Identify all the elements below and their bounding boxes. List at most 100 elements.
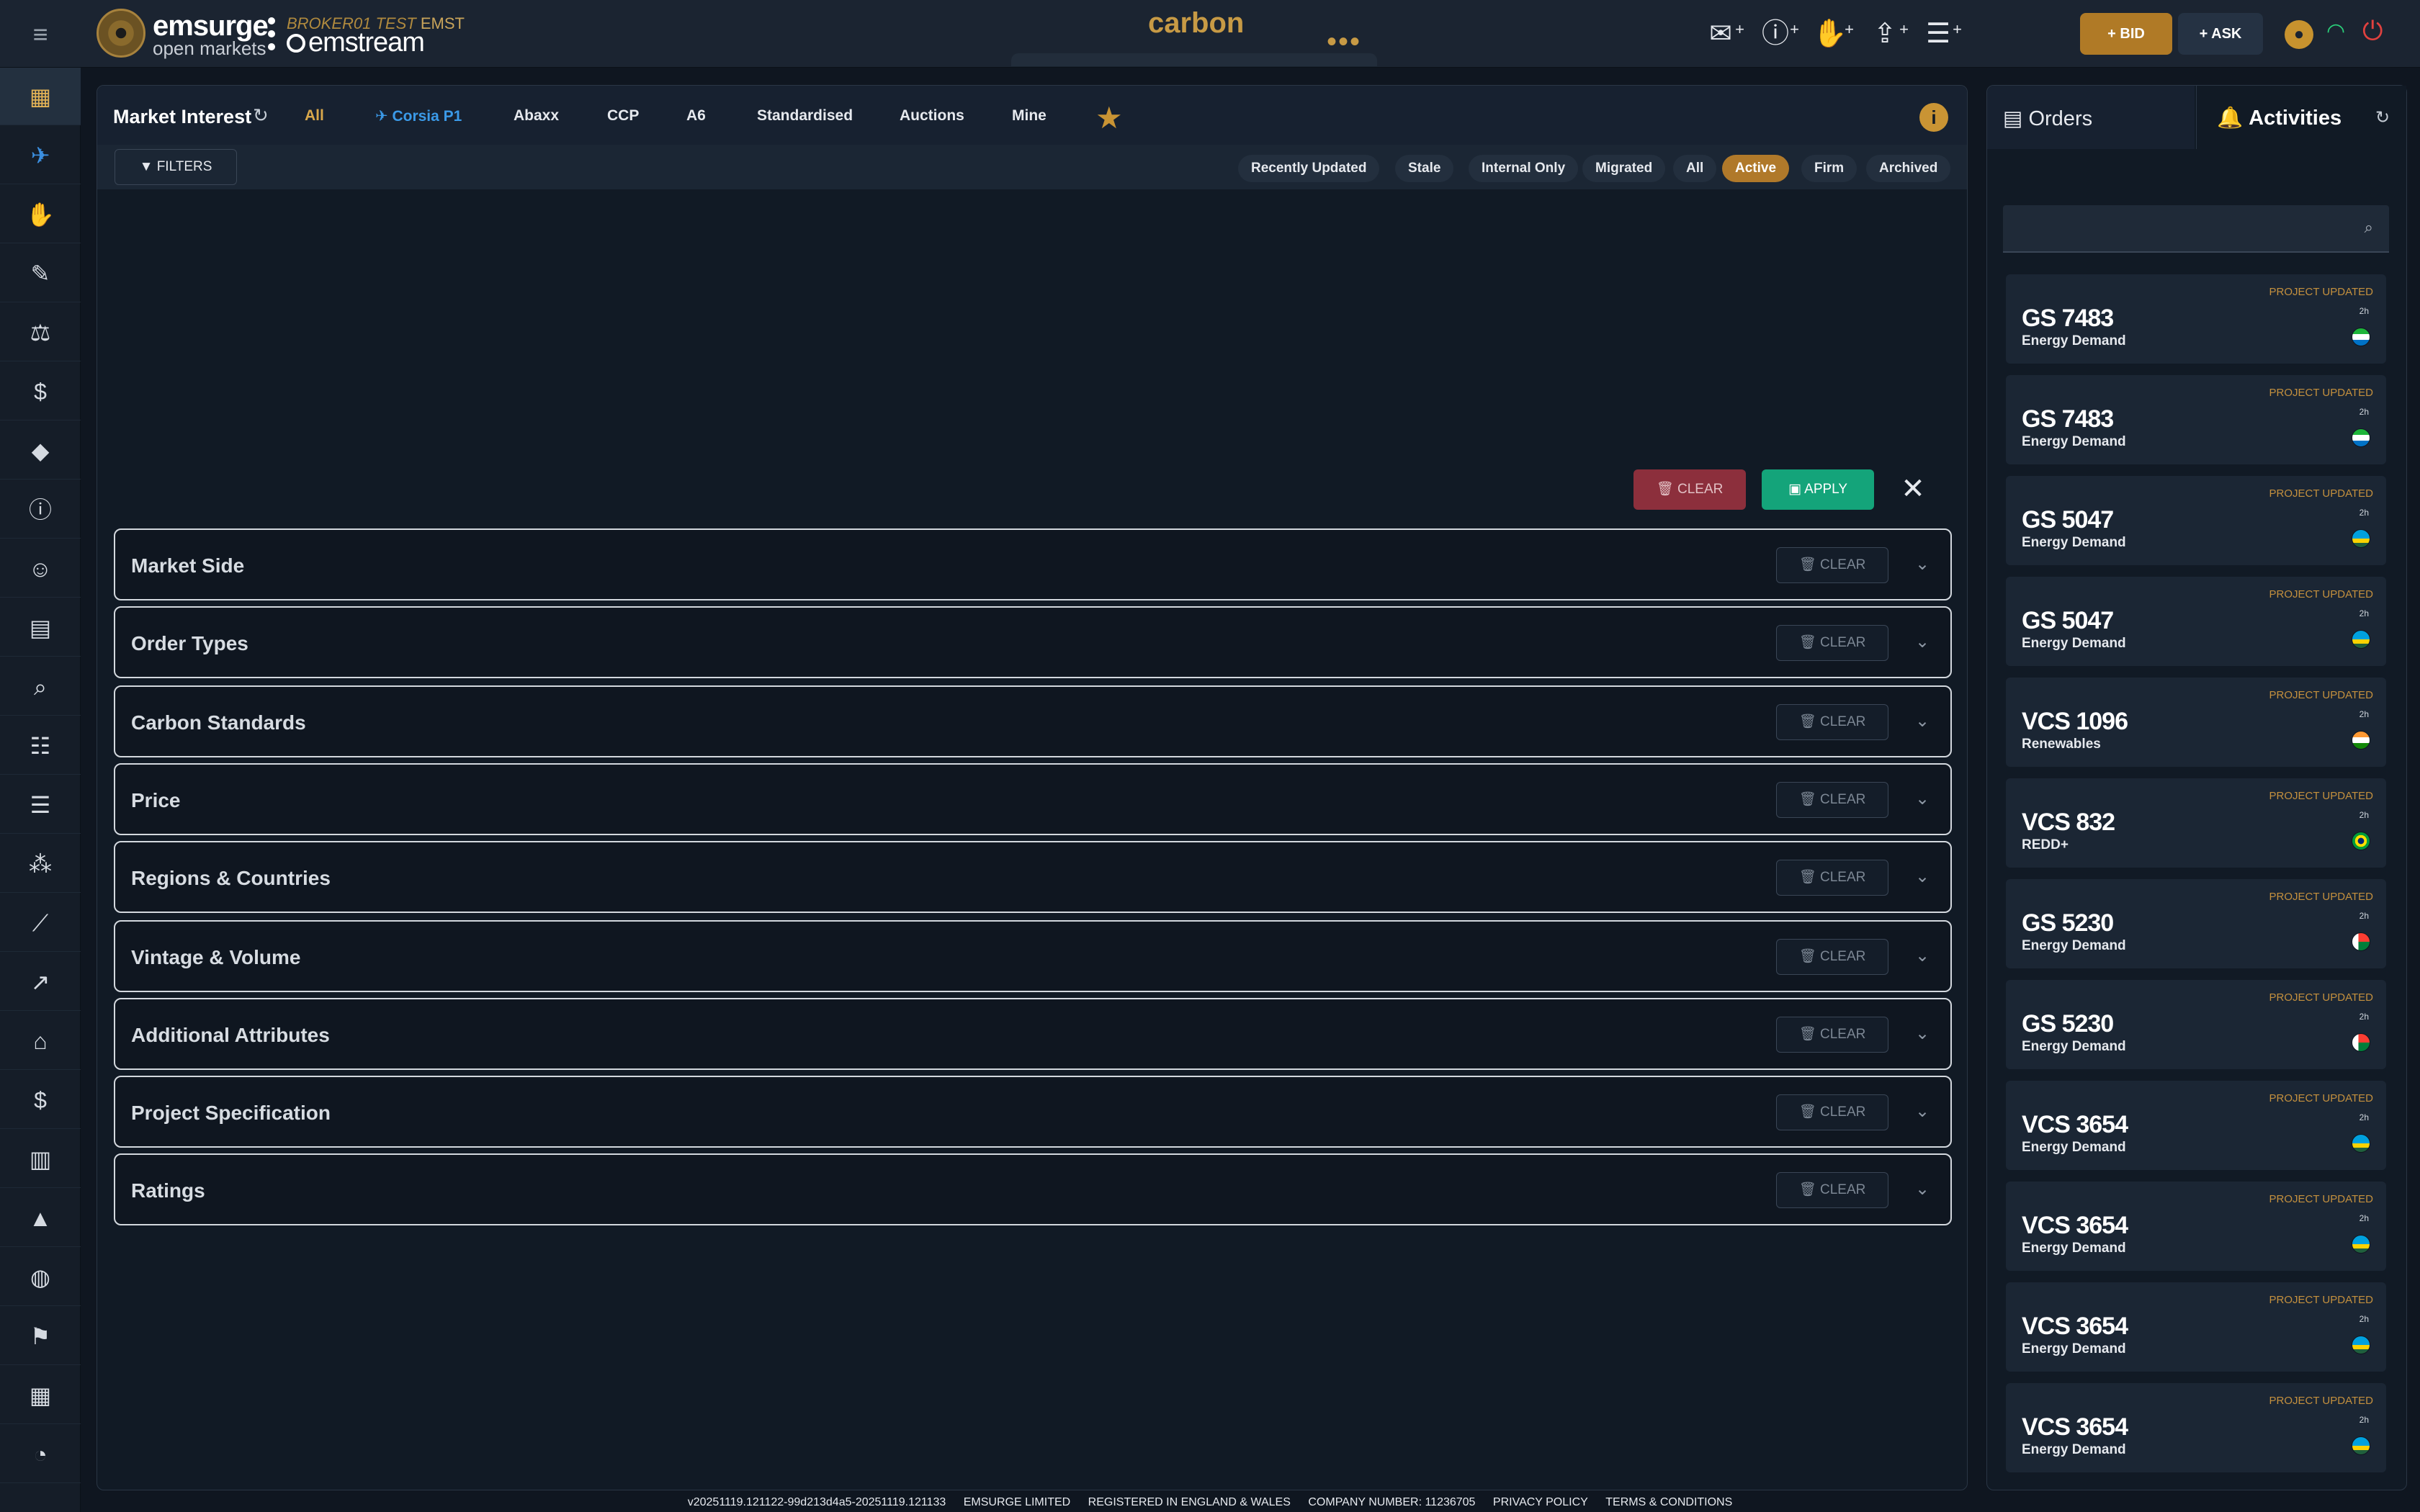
filter-section-order-types[interactable]: Order Types 🗑 CLEAR ⌄ (114, 606, 1952, 678)
balance-scale-icon[interactable]: ⚖ (0, 304, 81, 361)
chevron-down-icon[interactable]: ⌄ (1912, 628, 1933, 657)
tab-a6[interactable]: A6 (686, 107, 706, 125)
filters-button[interactable]: ▼ FILTERS (115, 149, 237, 185)
tag-icon[interactable]: ◆ (0, 422, 81, 480)
refresh-activities-icon[interactable]: ↻ (2375, 107, 2390, 128)
refresh-icon[interactable]: ↻ (253, 104, 269, 127)
filter-section-carbon-standards[interactable]: Carbon Standards 🗑 CLEAR ⌄ (114, 685, 1952, 757)
dollar-icon[interactable]: $ (0, 1071, 81, 1129)
activity-card[interactable]: PROJECT UPDATED VCS 3654 Energy Demand 2h (2006, 1282, 2386, 1372)
pill-active[interactable]: Active (1722, 155, 1790, 182)
market-selector-tab[interactable] (1011, 53, 1377, 66)
tab-auctions[interactable]: Auctions (900, 107, 964, 125)
tab-all[interactable]: All (305, 107, 324, 125)
chevron-down-icon[interactable]: ⌄ (1912, 1020, 1933, 1048)
a6-chart-icon[interactable]: ▲ (0, 1189, 81, 1247)
pill-all[interactable]: All (1673, 155, 1717, 182)
info-icon[interactable]: ⓘ (0, 481, 81, 539)
activity-card[interactable]: PROJECT UPDATED GS 5230 Energy Demand 2h (2006, 879, 2386, 968)
activities-search-input[interactable]: ⌕ (2003, 205, 2389, 253)
flag-icon[interactable]: ⚑ (0, 1308, 81, 1365)
activity-card[interactable]: PROJECT UPDATED GS 7483 Energy Demand 2h (2006, 274, 2386, 364)
upload-icon[interactable]: ⇪ + (1867, 16, 1909, 52)
table-icon[interactable]: ▤ (0, 599, 81, 657)
tab-standardised[interactable]: Standardised (757, 107, 853, 125)
user-avatar-icon[interactable]: ● (2285, 20, 2313, 49)
dashboard-icon[interactable]: ▦ (0, 68, 81, 125)
section-clear-button[interactable]: 🗑 CLEAR (1776, 860, 1888, 896)
activity-card[interactable]: PROJECT UPDATED VCS 1096 Renewables 2h (2006, 678, 2386, 767)
chevron-down-icon[interactable]: ⌄ (1912, 863, 1933, 891)
corsia-airplane-icon[interactable]: ✈ (0, 127, 81, 184)
tab-mine[interactable]: Mine (1012, 107, 1047, 125)
section-clear-button[interactable]: 🗑 CLEAR (1776, 1094, 1888, 1130)
tab-corsia-p1[interactable]: ✈ Corsia P1 (375, 107, 462, 125)
bar-chart-icon[interactable]: ▥ (0, 1130, 81, 1188)
filter-section-project-specification[interactable]: Project Specification 🗑 CLEAR ⌄ (114, 1076, 1952, 1148)
filter-section-ratings[interactable]: Ratings 🗑 CLEAR ⌄ (114, 1153, 1952, 1225)
terms-conditions-link[interactable]: TERMS & CONDITIONS (1605, 1496, 1732, 1508)
tab-ccp[interactable]: CCP (607, 107, 639, 125)
list-document-icon[interactable]: ☷ (0, 717, 81, 775)
filter-section-vintage-volume[interactable]: Vintage & Volume 🗑 CLEAR ⌄ (114, 920, 1952, 992)
section-clear-button[interactable]: 🗑 CLEAR (1776, 939, 1888, 975)
pill-migrated[interactable]: Migrated (1582, 155, 1666, 182)
tab-orders[interactable]: ▤ Orders (1987, 86, 2195, 149)
chevron-down-icon[interactable]: ⌄ (1912, 1097, 1933, 1126)
pill-recently-updated[interactable]: Recently Updated (1238, 155, 1380, 182)
activity-card[interactable]: PROJECT UPDATED GS 5047 Energy Demand 2h (2006, 476, 2386, 565)
activity-card[interactable]: PROJECT UPDATED VCS 3654 Energy Demand 2h (2006, 1182, 2386, 1271)
bid-button[interactable]: + BID (2080, 13, 2172, 55)
globe-icon[interactable]: ◍ (0, 1248, 81, 1306)
section-clear-button[interactable]: 🗑 CLEAR (1776, 704, 1888, 740)
filter-section-market-side[interactable]: Market Side 🗑 CLEAR ⌄ (114, 528, 1952, 600)
close-icon[interactable]: ✕ (1899, 471, 1927, 507)
info-icon[interactable]: i (1919, 103, 1948, 132)
chevron-down-icon[interactable]: ⌄ (1912, 785, 1933, 814)
more-options-icon[interactable]: ••• (1327, 26, 1361, 58)
filter-section-price[interactable]: Price 🗑 CLEAR ⌄ (114, 763, 1952, 835)
tab-activities[interactable]: 🔔 Activities ↻ (2196, 86, 2406, 149)
tab-abaxx[interactable]: Abaxx (514, 107, 559, 125)
activity-card[interactable]: PROJECT UPDATED GS 5230 Energy Demand 2h (2006, 980, 2386, 1069)
pill-internal-only[interactable]: Internal Only (1469, 155, 1579, 182)
analytics-search-icon[interactable]: ⌕ (0, 658, 81, 716)
list-icon[interactable]: ☰ (0, 776, 81, 834)
power-logout-icon[interactable]: ⏻ (2362, 16, 2383, 47)
activity-card[interactable]: PROJECT UPDATED GS 5047 Energy Demand 2h (2006, 577, 2386, 666)
chevron-down-icon[interactable]: ⌄ (1912, 550, 1933, 579)
speedometer-icon[interactable]: ◔ (0, 1426, 81, 1483)
apply-filters-button[interactable]: ▣ APPLY (1762, 469, 1874, 510)
briefcase-icon[interactable]: ⌂ (0, 1012, 81, 1070)
activity-card[interactable]: PROJECT UPDATED GS 7483 Energy Demand 2h (2006, 375, 2386, 464)
grid-apps-icon[interactable]: ▦ (0, 1367, 81, 1424)
users-group-icon[interactable]: ☺ (0, 540, 81, 598)
pill-archived[interactable]: Archived (1866, 155, 1951, 182)
favourites-star-icon[interactable]: ★ (1095, 100, 1123, 135)
section-clear-button[interactable]: 🗑 CLEAR (1776, 547, 1888, 583)
privacy-policy-link[interactable]: PRIVACY POLICY (1493, 1496, 1588, 1508)
activity-card[interactable]: PROJECT UPDATED VCS 3654 Energy Demand 2h (2006, 1383, 2386, 1472)
filter-section-regions-countries[interactable]: Regions & Countries 🗑 CLEAR ⌄ (114, 841, 1952, 913)
market-title[interactable]: carbon (1148, 7, 1244, 40)
add-info-icon[interactable]: ⓘ + (1757, 16, 1799, 52)
section-clear-button[interactable]: 🗑 CLEAR (1776, 1172, 1888, 1208)
price-edit-icon[interactable]: $ (0, 363, 81, 420)
new-note-icon[interactable]: ✎ (0, 245, 81, 302)
section-clear-button[interactable]: 🗑 CLEAR (1776, 625, 1888, 661)
pill-firm[interactable]: Firm (1801, 155, 1857, 182)
filter-section-additional-attributes[interactable]: Additional Attributes 🗑 CLEAR ⌄ (114, 998, 1952, 1070)
new-deal-handshake-icon[interactable]: ✋ + (1812, 16, 1854, 52)
chevron-down-icon[interactable]: ⌄ (1912, 707, 1933, 736)
hamburger-menu-icon[interactable]: ≡ (24, 19, 56, 50)
section-clear-button[interactable]: 🗑 CLEAR (1776, 1017, 1888, 1053)
pill-stale[interactable]: Stale (1395, 155, 1454, 182)
activity-card[interactable]: PROJECT UPDATED VCS 832 REDD+ 2h (2006, 778, 2386, 868)
new-order-list-icon[interactable]: ☰ + (1920, 16, 1962, 52)
deals-handshake-icon[interactable]: ✋ (0, 186, 81, 243)
trend-chart-icon[interactable]: ⟋ (0, 894, 81, 952)
line-chart-icon[interactable]: ↗ (0, 953, 81, 1011)
ask-button[interactable]: + ASK (2178, 13, 2263, 55)
new-message-icon[interactable]: ✉ + (1703, 16, 1744, 52)
bubbles-icon[interactable]: ⁂ (0, 835, 81, 893)
